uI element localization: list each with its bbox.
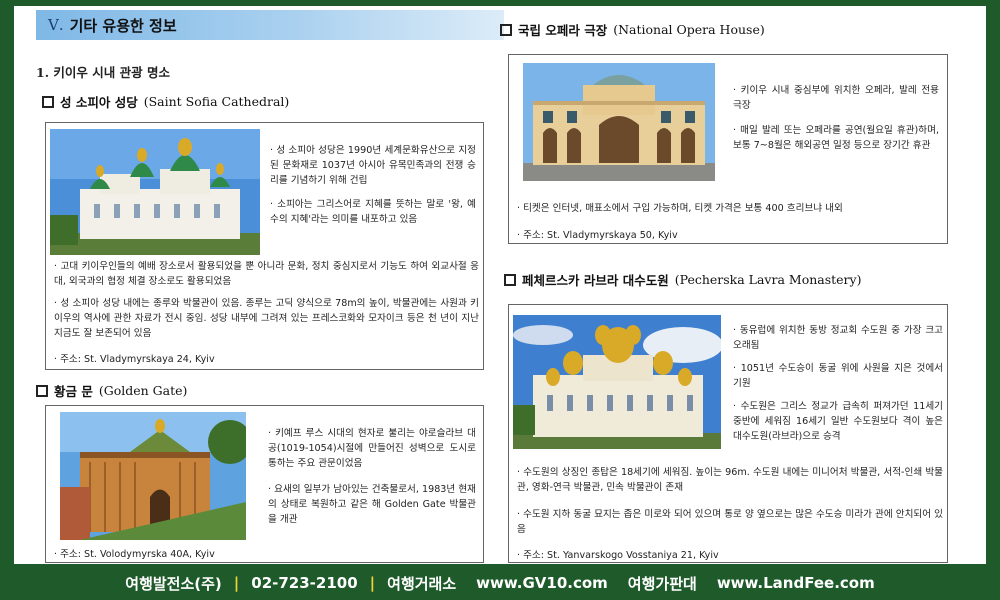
place-title-gate: 황금 문 (Golden Gate) xyxy=(36,381,187,400)
place-name-en: (Saint Sofia Cathedral) xyxy=(143,94,290,109)
place-title-lavra: 페체르스카 라브라 대수도원 (Pecherska Lavra Monaster… xyxy=(504,270,861,289)
lavra-bullet: 수도원은 그리스 정교가 급속히 퍼져가던 11세기 중반에 세워짐 16세기 … xyxy=(733,399,943,444)
sofia-bullet: 성 소피아 성당 내에는 종루와 박물관이 있음. 종루는 고딕 양식으로 78… xyxy=(54,296,479,341)
golden-gate-photo xyxy=(60,412,246,540)
opera-bullet: 티켓은 인터넷, 매표소에서 구입 가능하며, 티켓 가격은 보통 400 흐리… xyxy=(517,201,942,216)
sofia-bullet: 소피아는 그리스어로 지혜를 뜻하는 말로 '왕, 예수의 지혜'라는 의미를 … xyxy=(270,197,476,227)
opera-address: 주소: St. Vladymyrskaya 50, Kyiv xyxy=(517,227,678,241)
checkbox-icon xyxy=(36,384,48,397)
document-page: Ⅴ. 기타 유용한 정보 1. 키이우 시내 관광 명소 성 소피아 성당 (S… xyxy=(14,6,986,564)
footer-label-stand: 여행가판대 xyxy=(627,574,697,593)
place-name-en: (Golden Gate) xyxy=(98,383,188,398)
card-gate: 키예프 루스 시대의 현자로 불리는 야로슬라브 대공(1019-1054)시절… xyxy=(45,405,484,563)
place-name-en: (Pecherska Lavra Monastery) xyxy=(674,272,862,287)
sofia-bullet: 성 소피아 성당은 1990년 세계문화유산으로 지정된 문화재로 1037년 … xyxy=(270,143,476,188)
lavra-bullet: 1051년 수도승이 동굴 위에 사원을 지은 것에서 기원 xyxy=(733,361,943,391)
gate-bullet: 요새의 일부가 남아있는 건축물로서, 1983년 현재의 상태로 복원하고 같… xyxy=(268,482,476,527)
lavra-monastery-photo xyxy=(513,315,721,449)
sofia-cathedral-photo xyxy=(50,129,260,255)
card-sofia: 성 소피아 성당은 1990년 세계문화유산으로 지정된 문화재로 1037년 … xyxy=(45,122,484,370)
checkbox-icon xyxy=(42,95,54,108)
place-title-opera: 국립 오페라 극장 (National Opera House) xyxy=(500,20,765,39)
lavra-bullet: 수도원의 상징인 종탑은 18세기에 세워짐. 높이는 96m. 수도원 내에는… xyxy=(517,465,943,495)
opera-house-photo xyxy=(523,63,715,181)
place-title-sofia: 성 소피아 성당 (Saint Sofia Cathedral) xyxy=(42,92,289,111)
sofia-bullet: 고대 키이우인들의 예배 장소로서 활용되었을 뿐 아니라 문화, 정치 중심지… xyxy=(54,259,479,289)
place-name-ko: 황금 문 xyxy=(54,384,93,399)
section-number: Ⅴ. xyxy=(48,16,64,34)
card-opera: 키이우 시내 중심부에 위치한 오페라, 발레 전용 극장 매일 발레 또는 오… xyxy=(508,54,948,244)
footer-label-exchange: 여행거래소 xyxy=(387,574,457,593)
opera-bullet: 키이우 시내 중심부에 위치한 오페라, 발레 전용 극장 xyxy=(733,83,939,113)
card-lavra: 동유럽에 위치한 동방 정교회 수도원 중 가장 크고 오래됨 1051년 수도… xyxy=(508,304,948,563)
lavra-address: 주소: St. Yanvarskogo Vosstaniya 21, Kyiv xyxy=(517,547,719,561)
place-name-ko: 성 소피아 성당 xyxy=(60,95,138,110)
footer-phone: 02-723-2100 xyxy=(251,574,358,592)
footer-separator: | xyxy=(369,574,376,592)
place-name-ko: 국립 오페라 극장 xyxy=(518,23,608,38)
opera-bullet: 매일 발레 또는 오페라를 공연(월요일 휴관)하며, 보통 7~8월은 해외공… xyxy=(733,123,939,153)
checkbox-icon xyxy=(500,23,512,36)
footer-link-landfee[interactable]: www.LandFee.com xyxy=(717,574,875,592)
section-header: Ⅴ. 기타 유용한 정보 xyxy=(36,10,504,40)
sofia-address: 주소: St. Vladymyrskaya 24, Kyiv xyxy=(54,351,215,365)
footer-bar: 여행발전소(주) | 02-723-2100 | 여행거래소 www.GV10.… xyxy=(0,566,1000,600)
place-name-ko: 페체르스카 라브라 대수도원 xyxy=(522,273,669,288)
footer-company: 여행발전소(주) xyxy=(125,574,222,593)
gate-address: 주소: St. Volodymyrska 40A, Kyiv xyxy=(54,546,215,560)
lavra-bullet: 동유럽에 위치한 동방 정교회 수도원 중 가장 크고 오래됨 xyxy=(733,323,943,353)
subsection-heading: 1. 키이우 시내 관광 명소 xyxy=(36,65,170,80)
footer-link-gv10[interactable]: www.GV10.com xyxy=(476,574,608,592)
place-name-en: (National Opera House) xyxy=(613,22,765,37)
lavra-bullet: 수도원 지하 동굴 묘지는 좁은 미로와 되어 있으며 통로 양 옆으로는 많은… xyxy=(517,507,943,537)
section-title: 기타 유용한 정보 xyxy=(69,16,177,35)
gate-bullet: 키예프 루스 시대의 현자로 불리는 야로슬라브 대공(1019-1054)시절… xyxy=(268,426,476,471)
checkbox-icon xyxy=(504,273,516,286)
footer-separator: | xyxy=(233,574,240,592)
